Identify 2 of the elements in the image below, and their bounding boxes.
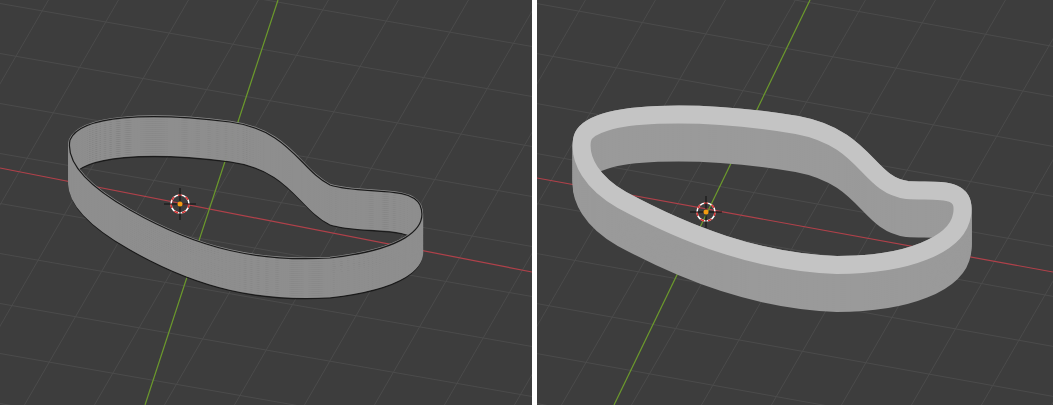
crosshair-cursor-icon — [163, 187, 197, 221]
crosshair-cursor-icon — [689, 195, 723, 229]
